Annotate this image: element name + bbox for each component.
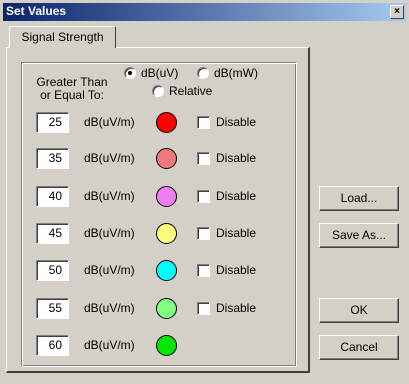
disable-checkbox[interactable] — [197, 116, 210, 129]
threshold-value-input[interactable]: 60 — [36, 335, 69, 356]
threshold-value-input[interactable]: 40 — [36, 186, 69, 207]
radio-dbuv[interactable]: dB(uV) — [124, 66, 178, 80]
title-bar[interactable]: Set Values × — [3, 3, 406, 21]
disable-label: Disable — [216, 263, 257, 277]
close-button[interactable]: × — [390, 5, 404, 19]
color-swatch[interactable] — [156, 223, 177, 244]
threshold-group — [21, 62, 297, 367]
disable-label: Disable — [216, 115, 257, 129]
color-swatch[interactable] — [156, 148, 177, 169]
save-as-button[interactable]: Save As... — [319, 223, 399, 248]
window-title: Set Values — [6, 4, 67, 18]
ok-button[interactable]: OK — [319, 298, 399, 323]
threshold-value-input[interactable]: 50 — [36, 260, 69, 281]
disable-label: Disable — [216, 226, 257, 240]
threshold-value-input[interactable]: 35 — [36, 148, 69, 169]
disable-checkbox[interactable] — [197, 264, 210, 277]
color-swatch[interactable] — [156, 186, 177, 207]
disable-checkbox[interactable] — [197, 152, 210, 165]
threshold-unit: dB(uV/m) — [84, 189, 135, 203]
greater-than-label-line2: or Equal To: — [40, 88, 104, 102]
set-values-dialog: Set Values × Signal Strength Greater Tha… — [0, 0, 409, 384]
threshold-row: 35 dB(uV/m) Disable — [36, 148, 296, 170]
disable-label: Disable — [216, 301, 257, 315]
threshold-value-input[interactable]: 55 — [36, 298, 69, 319]
radio-relative-indicator — [152, 85, 164, 97]
cancel-button[interactable]: Cancel — [319, 335, 399, 360]
threshold-value-input[interactable]: 25 — [36, 112, 69, 133]
disable-label: Disable — [216, 151, 257, 165]
threshold-unit: dB(uV/m) — [84, 263, 135, 277]
radio-dbmw[interactable]: dB(mW) — [197, 66, 258, 80]
radio-relative[interactable]: Relative — [152, 84, 212, 98]
radio-dbuv-label: dB(uV) — [141, 66, 179, 80]
threshold-row: 25 dB(uV/m) Disable — [36, 112, 296, 134]
threshold-unit: dB(uV/m) — [84, 115, 135, 129]
threshold-unit: dB(uV/m) — [84, 226, 135, 240]
tab-label: Signal Strength — [21, 30, 104, 44]
color-swatch[interactable] — [156, 260, 177, 281]
radio-dbmw-indicator — [197, 67, 209, 79]
threshold-row: 45 dB(uV/m) Disable — [36, 223, 296, 245]
tab-signal-strength[interactable]: Signal Strength — [9, 26, 116, 48]
disable-checkbox[interactable] — [197, 190, 210, 203]
close-icon: × — [394, 6, 400, 17]
color-swatch[interactable] — [156, 335, 177, 356]
threshold-row: 60 dB(uV/m) — [36, 335, 296, 357]
threshold-row: 40 dB(uV/m) Disable — [36, 186, 296, 208]
threshold-value-input[interactable]: 45 — [36, 223, 69, 244]
threshold-unit: dB(uV/m) — [84, 151, 135, 165]
color-swatch[interactable] — [156, 298, 177, 319]
color-swatch[interactable] — [156, 112, 177, 133]
greater-than-label: Greater Than or Equal To: — [30, 76, 114, 102]
threshold-row: 50 dB(uV/m) Disable — [36, 260, 296, 282]
disable-label: Disable — [216, 189, 257, 203]
threshold-row: 55 dB(uV/m) Disable — [36, 298, 296, 320]
load-button[interactable]: Load... — [319, 186, 399, 211]
radio-dbuv-indicator — [124, 67, 136, 79]
disable-checkbox[interactable] — [197, 227, 210, 240]
radio-dbmw-label: dB(mW) — [214, 66, 258, 80]
threshold-unit: dB(uV/m) — [84, 301, 135, 315]
threshold-unit: dB(uV/m) — [84, 338, 135, 352]
disable-checkbox[interactable] — [197, 302, 210, 315]
radio-relative-label: Relative — [169, 84, 213, 98]
